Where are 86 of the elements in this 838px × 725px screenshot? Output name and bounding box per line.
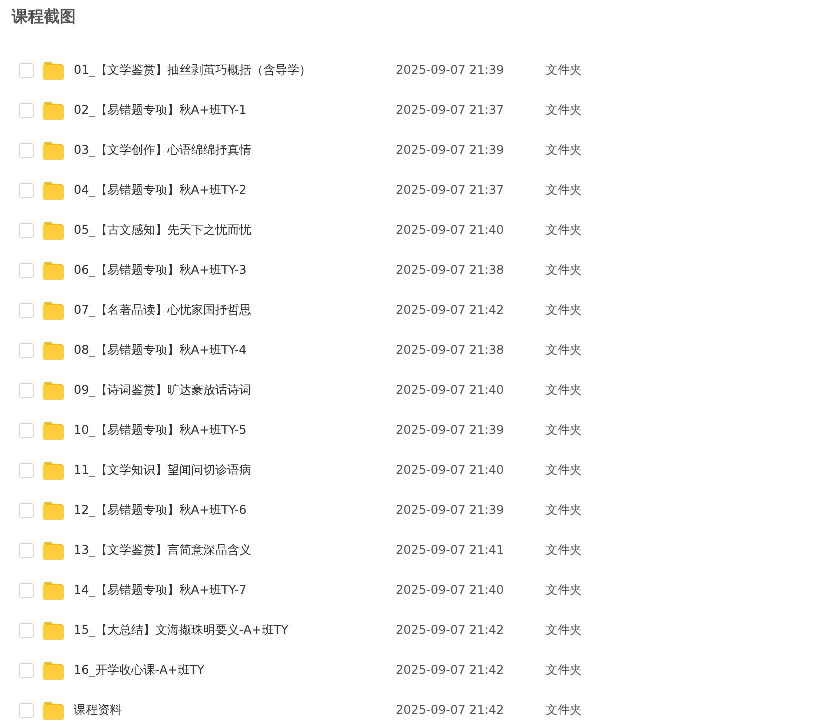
file-name[interactable]: 05_【古文感知】先天下之忧而忧 bbox=[64, 221, 396, 239]
modified-date: 2025-09-07 21:42 bbox=[396, 302, 506, 319]
checkbox[interactable] bbox=[19, 382, 34, 398]
file-type: 文件夹 bbox=[546, 502, 582, 519]
file-type: 文件夹 bbox=[546, 422, 582, 439]
modified-date: 2025-09-07 21:39 bbox=[396, 142, 506, 159]
checkbox[interactable] bbox=[19, 62, 34, 78]
file-name[interactable]: 课程资料 bbox=[64, 701, 396, 719]
file-name[interactable]: 04_【易错题专项】秋A+班TY-2 bbox=[64, 181, 396, 199]
folder-icon bbox=[43, 660, 64, 680]
file-name[interactable]: 01_【文学鉴赏】抽丝剥茧巧概括（含导学） bbox=[64, 61, 396, 79]
file-name[interactable]: 03_【文学创作】心语绵绵抒真情 bbox=[64, 141, 396, 159]
file-name[interactable]: 11_【文学知识】望闻问切诊语病 bbox=[64, 461, 396, 479]
modified-date: 2025-09-07 21:39 bbox=[396, 62, 506, 79]
file-name[interactable]: 13_【文学鉴赏】言简意深品含义 bbox=[64, 541, 396, 559]
modified-date: 2025-09-07 21:42 bbox=[396, 662, 506, 679]
checkbox[interactable] bbox=[19, 582, 34, 598]
modified-date: 2025-09-07 21:41 bbox=[396, 542, 506, 559]
file-type: 文件夹 bbox=[546, 662, 582, 679]
checkbox[interactable] bbox=[19, 542, 34, 558]
file-type: 文件夹 bbox=[546, 582, 582, 599]
file-type: 文件夹 bbox=[546, 342, 582, 359]
folder-icon bbox=[43, 540, 64, 560]
checkbox[interactable] bbox=[19, 222, 34, 238]
folder-icon bbox=[43, 700, 64, 720]
folder-icon bbox=[43, 260, 64, 280]
checkbox[interactable] bbox=[19, 142, 34, 158]
file-type: 文件夹 bbox=[546, 542, 582, 559]
file-type: 文件夹 bbox=[546, 702, 582, 719]
folder-icon bbox=[43, 100, 64, 120]
folder-icon bbox=[43, 300, 64, 320]
folder-icon bbox=[43, 380, 64, 400]
folder-icon bbox=[43, 140, 64, 160]
file-type: 文件夹 bbox=[546, 462, 582, 479]
modified-date: 2025-09-07 21:40 bbox=[396, 582, 506, 599]
file-type: 文件夹 bbox=[546, 222, 582, 239]
file-name[interactable]: 07_【名著品读】心忧家国抒哲思 bbox=[64, 301, 396, 319]
file-type: 文件夹 bbox=[546, 62, 582, 79]
modified-date: 2025-09-07 21:40 bbox=[396, 462, 506, 479]
modified-date: 2025-09-07 21:37 bbox=[396, 182, 506, 199]
checkbox[interactable] bbox=[19, 422, 34, 438]
file-type: 文件夹 bbox=[546, 142, 582, 159]
checkbox[interactable] bbox=[19, 102, 34, 118]
modified-date: 2025-09-07 21:39 bbox=[396, 422, 506, 439]
modified-date: 2025-09-07 21:38 bbox=[396, 342, 506, 359]
file-type: 文件夹 bbox=[546, 262, 582, 279]
modified-date: 2025-09-07 21:38 bbox=[396, 262, 506, 279]
folder-icon bbox=[43, 180, 64, 200]
folder-icon bbox=[43, 620, 64, 640]
folder-icon bbox=[43, 460, 64, 480]
file-name[interactable]: 08_【易错题专项】秋A+班TY-4 bbox=[64, 341, 396, 359]
file-name[interactable]: 16_开学收心课-A+班TY bbox=[64, 661, 396, 679]
file-name[interactable]: 12_【易错题专项】秋A+班TY-6 bbox=[64, 501, 396, 519]
checkbox[interactable] bbox=[19, 462, 34, 478]
file-type: 文件夹 bbox=[546, 102, 582, 119]
folder-icon bbox=[43, 580, 64, 600]
checkbox[interactable] bbox=[19, 502, 34, 518]
folder-icon bbox=[43, 420, 64, 440]
checkbox[interactable] bbox=[19, 302, 34, 318]
checkbox[interactable] bbox=[19, 262, 34, 278]
checkbox[interactable] bbox=[19, 702, 34, 718]
modified-date: 2025-09-07 21:40 bbox=[396, 222, 506, 239]
folder-icon bbox=[43, 500, 64, 520]
file-name[interactable]: 06_【易错题专项】秋A+班TY-3 bbox=[64, 261, 396, 279]
file-name[interactable]: 15_【大总结】文海撷珠明要义-A+班TY bbox=[64, 621, 396, 639]
file-name[interactable]: 09_【诗词鉴赏】旷达豪放话诗词 bbox=[64, 381, 396, 399]
file-name[interactable]: 10_【易错题专项】秋A+班TY-5 bbox=[64, 421, 396, 439]
checkbox[interactable] bbox=[19, 622, 34, 638]
modified-date: 2025-09-07 21:42 bbox=[396, 622, 506, 639]
checkbox[interactable] bbox=[19, 662, 34, 678]
file-type: 文件夹 bbox=[546, 182, 582, 199]
file-type: 文件夹 bbox=[546, 302, 582, 319]
modified-date: 2025-09-07 21:39 bbox=[396, 502, 506, 519]
modified-date: 2025-09-07 21:40 bbox=[396, 382, 506, 399]
folder-icon bbox=[43, 340, 64, 360]
modified-date: 2025-09-07 21:42 bbox=[396, 702, 506, 719]
checkbox[interactable] bbox=[19, 342, 34, 358]
folder-icon bbox=[43, 60, 64, 80]
folder-icon bbox=[43, 220, 64, 240]
modified-date: 2025-09-07 21:37 bbox=[396, 102, 506, 119]
file-type: 文件夹 bbox=[546, 622, 582, 639]
checkbox[interactable] bbox=[19, 182, 34, 198]
file-name[interactable]: 14_【易错题专项】秋A+班TY-7 bbox=[64, 581, 396, 599]
file-type: 文件夹 bbox=[546, 382, 582, 399]
file-name[interactable]: 02_【易错题专项】秋A+班TY-1 bbox=[64, 101, 396, 119]
page-title: 课程截图 bbox=[12, 6, 77, 28]
